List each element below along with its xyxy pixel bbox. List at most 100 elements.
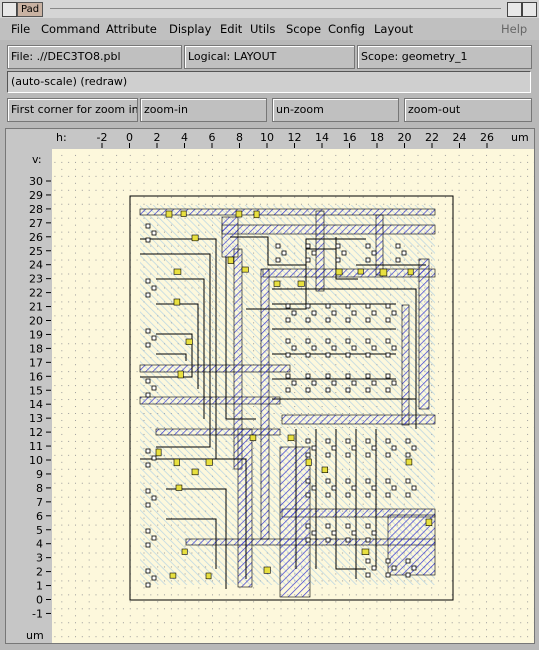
contact-cut bbox=[145, 292, 151, 298]
menu-help[interactable]: Help bbox=[501, 22, 527, 36]
menu-config[interactable]: Config bbox=[328, 22, 365, 36]
contact-cut bbox=[325, 373, 331, 379]
contact-cut bbox=[151, 495, 157, 501]
contact-cut bbox=[365, 257, 371, 263]
contact-cut bbox=[331, 345, 337, 351]
y-tick-label: 27 bbox=[29, 217, 43, 230]
via bbox=[173, 268, 182, 275]
contact-cut bbox=[305, 438, 311, 444]
contact-cut bbox=[325, 537, 331, 543]
canvas-frame: h: v: um um -2 0 2 4 6 8 10 12 14 16 18 20 22 24 26 30… bbox=[5, 128, 535, 644]
contact-cut bbox=[285, 317, 291, 323]
contact-cut bbox=[371, 445, 377, 451]
contact-cut bbox=[365, 243, 371, 249]
contact-cut bbox=[311, 310, 317, 316]
un-zoom-button[interactable]: un-zoom bbox=[272, 98, 399, 122]
contact-cut bbox=[365, 452, 371, 458]
contact-cut bbox=[391, 565, 397, 571]
ruler-v-label: v: bbox=[32, 153, 42, 166]
maximize-button[interactable] bbox=[522, 2, 537, 17]
contact-cut bbox=[281, 250, 287, 256]
contact-cut bbox=[331, 310, 337, 316]
via bbox=[175, 484, 183, 491]
contact-cut bbox=[345, 373, 351, 379]
menu-command[interactable]: Command bbox=[41, 22, 100, 36]
via bbox=[177, 370, 184, 379]
contact-cut bbox=[391, 445, 397, 451]
layout-canvas[interactable]: h: v: um um -2 0 2 4 6 8 10 12 14 16 18 20 22 24 26 30… bbox=[6, 129, 534, 643]
menu-utils[interactable]: Utils bbox=[250, 22, 275, 36]
contact-cut bbox=[391, 485, 397, 491]
ruler-v-unit: um bbox=[26, 629, 44, 642]
contact-cut bbox=[311, 345, 317, 351]
x-tick-label: 18 bbox=[370, 131, 384, 144]
title-bar-rule bbox=[50, 8, 501, 9]
contact-cut bbox=[305, 478, 311, 484]
zoom-out-button[interactable]: zoom-out bbox=[404, 98, 532, 122]
contact-cut bbox=[385, 438, 391, 444]
contact-cut bbox=[365, 352, 371, 358]
contact-cut bbox=[365, 387, 371, 393]
contact-cut bbox=[391, 380, 397, 386]
contact-cut bbox=[351, 445, 357, 451]
scope-field: Scope: geometry_1 bbox=[357, 45, 532, 69]
y-tick-label: 25 bbox=[29, 245, 43, 258]
contact-cut bbox=[145, 528, 151, 534]
via bbox=[425, 518, 433, 526]
menu-file[interactable]: File bbox=[11, 22, 30, 36]
menu-attribute[interactable]: Attribute bbox=[106, 22, 157, 36]
contact-cut bbox=[405, 452, 411, 458]
y-tick-label: 23 bbox=[29, 273, 43, 286]
y-tick-label: 13 bbox=[29, 412, 43, 425]
contact-cut bbox=[345, 438, 351, 444]
contact-cut bbox=[341, 250, 347, 256]
contact-cut bbox=[371, 345, 377, 351]
window-menu-button[interactable] bbox=[2, 2, 17, 17]
via bbox=[405, 458, 413, 466]
contact-cut bbox=[365, 572, 371, 578]
contact-cut bbox=[325, 523, 331, 529]
contact-cut bbox=[345, 317, 351, 323]
y-tick-label: 0 bbox=[36, 594, 43, 607]
contact-cut bbox=[331, 530, 337, 536]
contact-cut bbox=[325, 352, 331, 358]
y-tick-label: 24 bbox=[29, 259, 43, 272]
command-line[interactable]: (auto-scale) (redraw) bbox=[7, 71, 531, 93]
x-tick-label: -2 bbox=[97, 131, 108, 144]
menu-layout[interactable]: Layout bbox=[374, 22, 413, 36]
menu-scope[interactable]: Scope bbox=[286, 22, 321, 36]
via bbox=[241, 266, 249, 273]
contact-cut bbox=[365, 558, 371, 564]
y-tick-label: 4 bbox=[36, 538, 43, 551]
y-tick-label: 8 bbox=[36, 482, 43, 495]
contact-cut bbox=[325, 387, 331, 393]
x-tick-label: 4 bbox=[181, 131, 188, 144]
zoom-in-button[interactable]: zoom-in bbox=[140, 98, 267, 122]
menu-edit[interactable]: Edit bbox=[220, 22, 242, 36]
contact-cut bbox=[411, 445, 417, 451]
contact-cut bbox=[385, 452, 391, 458]
contact-cut bbox=[345, 338, 351, 344]
contact-cut bbox=[305, 352, 311, 358]
y-tick-label: 19 bbox=[29, 328, 43, 341]
contact-cut bbox=[145, 378, 151, 384]
menu-display[interactable]: Display bbox=[169, 22, 211, 36]
title-bar: Pad bbox=[0, 0, 539, 18]
via bbox=[185, 338, 193, 345]
contact-cut bbox=[385, 387, 391, 393]
via bbox=[173, 298, 181, 306]
contact-cut bbox=[351, 310, 357, 316]
contact-cut bbox=[291, 380, 297, 386]
minimize-button[interactable] bbox=[507, 2, 522, 17]
contact-cut bbox=[145, 223, 151, 229]
via bbox=[407, 268, 414, 276]
y-tick-label: 26 bbox=[29, 231, 43, 244]
y-tick-label: 15 bbox=[29, 384, 43, 397]
vertical-ruler bbox=[6, 145, 50, 643]
via bbox=[335, 268, 343, 276]
contact-cut bbox=[305, 452, 311, 458]
via bbox=[181, 548, 188, 555]
x-tick-label: 14 bbox=[315, 131, 329, 144]
via bbox=[205, 458, 213, 466]
contact-cut bbox=[345, 352, 351, 358]
